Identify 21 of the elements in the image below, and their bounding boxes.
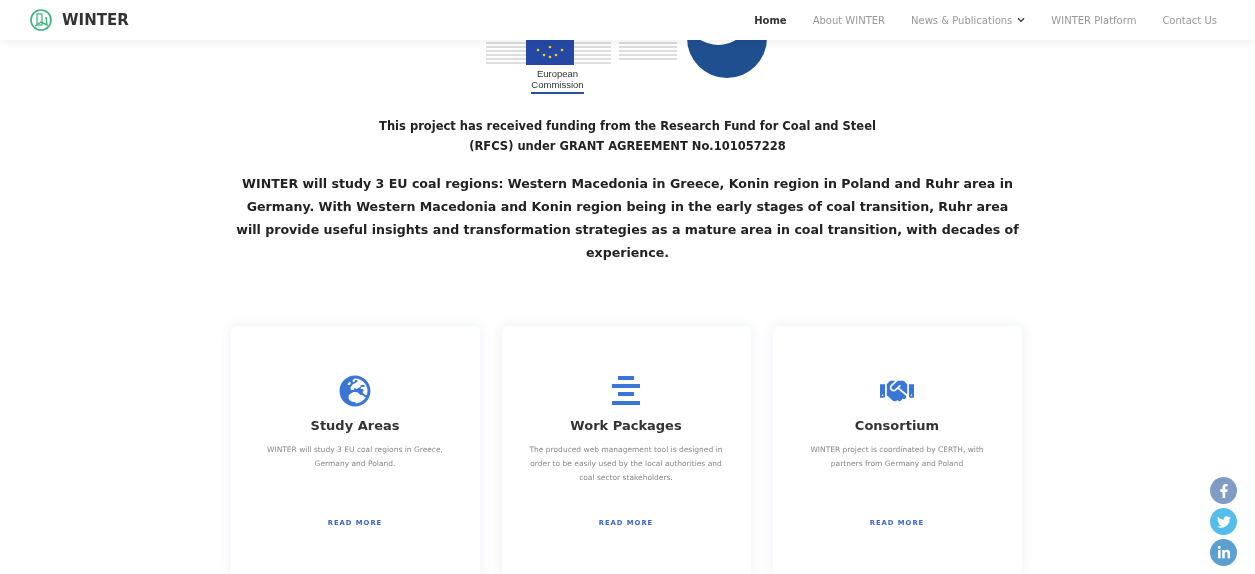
caret-icon [1017,16,1026,24]
globe-icon [339,375,371,407]
bars-icon [612,376,640,406]
nav-link[interactable]: Home [754,14,787,26]
linkedin-icon [1216,545,1231,560]
card-title: Consortium [854,418,940,433]
facebook-button[interactable] [1210,477,1237,504]
nav-link[interactable]: Contact Us [1162,14,1217,26]
twitter-icon [1216,514,1231,529]
card-title: Study Areas [310,418,400,433]
card-title: Work Packages [570,418,682,433]
nav-link[interactable]: WINTER Platform [1051,14,1137,26]
funding-text: This project has received funding from the Research Fund for Coal and Steel (RFCS) under GRANT AGREEMENT No.101057228 [378,118,877,155]
nav-link[interactable]: News & Publications [911,14,1026,26]
logo-icon [30,9,52,31]
intro-text: WINTER will study 3 EU coal regions: Western Macedonia in Greece, Konin region in Poland and Ruhr area in Germany. With Western Macedonia and Konin region being in the early stages of coal transition, Ruhr area will provide useful insights and transformation strategies as a mature area in coal transition, with decades of experience. [235,175,1020,262]
eu-caption: European Commission [531,66,584,94]
nav-link[interactable]: About WINTER [812,14,886,26]
twitter-button[interactable] [1210,508,1237,535]
linkedin-button[interactable] [1210,539,1237,566]
brand-name: WINTER [62,11,129,29]
